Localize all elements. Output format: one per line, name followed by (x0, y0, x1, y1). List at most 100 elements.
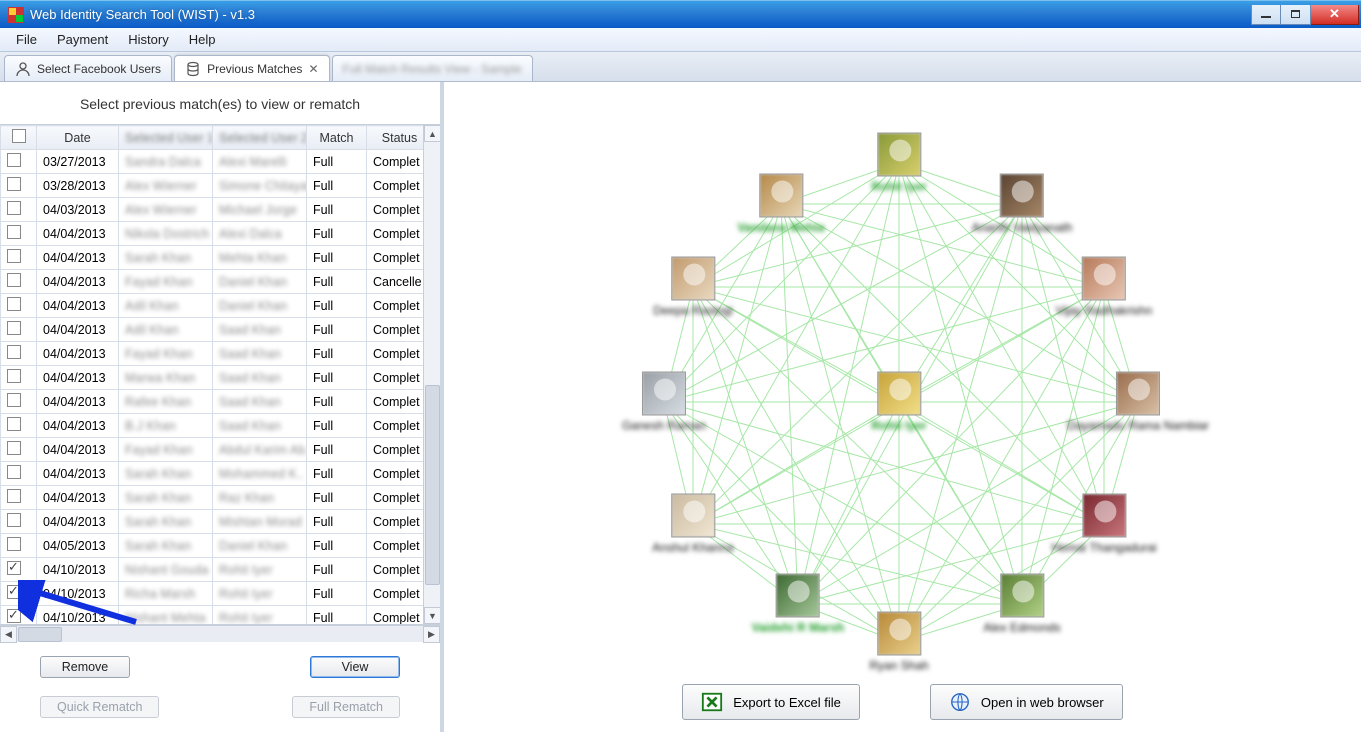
graph-node[interactable]: Hemal Thangadurai (1051, 494, 1156, 555)
row-checkbox[interactable] (7, 153, 21, 167)
graph-node[interactable]: Vaidehi R Marsh (752, 574, 845, 635)
menu-history[interactable]: History (118, 29, 178, 50)
menu-payment[interactable]: Payment (47, 29, 118, 50)
table-row[interactable]: 04/10/2013Nishant GoudaRohit IyerFullCom… (1, 558, 424, 582)
menu-help[interactable]: Help (179, 29, 226, 50)
cell-user2: Rohit Iyer (213, 582, 307, 606)
graph-node-label: Anshul Khanna (652, 541, 733, 555)
graph-node[interactable]: Alex Edmonds (983, 574, 1060, 635)
col-status[interactable]: Status (367, 126, 424, 150)
row-checkbox[interactable] (7, 321, 21, 335)
row-checkbox[interactable] (7, 249, 21, 263)
remove-button[interactable]: Remove (40, 656, 130, 678)
row-checkbox[interactable] (7, 609, 21, 623)
tab-close-icon[interactable]: ✕ (308, 62, 318, 76)
scroll-left-icon[interactable]: ◀ (0, 626, 17, 643)
col-date[interactable]: Date (37, 126, 119, 150)
table-row[interactable]: 04/04/2013Sarah KhanMohammed K..FullComp… (1, 462, 424, 486)
table-row[interactable]: 04/10/2013Nishant MehtaRohit IyerFullCom… (1, 606, 424, 625)
table-row[interactable]: 04/10/2013Richa MarshRohit IyerFullCompl… (1, 582, 424, 606)
cell-match: Full (307, 342, 367, 366)
matches-table-scroll[interactable]: Date Selected User 1 Selected User 2 Mat… (0, 125, 423, 624)
scroll-down-icon[interactable]: ▼ (424, 607, 440, 624)
table-row[interactable]: 03/27/2013Sandra DalcaAlexi MarelliFullC… (1, 150, 424, 174)
graph-node[interactable]: Anshul Khanna (652, 494, 733, 555)
scroll-right-icon[interactable]: ▶ (423, 626, 440, 643)
minimize-button[interactable] (1251, 5, 1281, 25)
vscroll-thumb[interactable] (425, 385, 440, 585)
cell-user1: Richa Marsh (119, 582, 213, 606)
row-checkbox[interactable] (7, 561, 21, 575)
row-checkbox[interactable] (7, 393, 21, 407)
row-checkbox[interactable] (7, 273, 21, 287)
table-row[interactable]: 04/04/2013Fayad KhanDaniel KhanFullCance… (1, 270, 424, 294)
cell-user1: Sarah Khan (119, 486, 213, 510)
row-checkbox[interactable] (7, 345, 21, 359)
row-checkbox[interactable] (7, 465, 21, 479)
graph-node[interactable]: Ganesh Raman (622, 372, 706, 433)
cell-date: 04/04/2013 (37, 486, 119, 510)
maximize-button[interactable] (1281, 5, 1311, 25)
cell-status: Cancelle (367, 270, 424, 294)
row-checkbox[interactable] (7, 417, 21, 431)
export-excel-button[interactable]: Export to Excel file (682, 684, 860, 720)
vertical-scrollbar[interactable]: ▲ ▼ (423, 125, 440, 624)
table-row[interactable]: 04/04/2013Fayad KhanAbdul Karim Ab.FullC… (1, 438, 424, 462)
row-checkbox[interactable] (7, 537, 21, 551)
table-row[interactable]: 04/04/2013Sarah KhanMehta KhanFullComple… (1, 246, 424, 270)
graph-node[interactable]: Ananth Vaidyanath (972, 174, 1073, 235)
table-row[interactable]: 04/04/2013Sarah KhanMishtan MoradFullCom… (1, 510, 424, 534)
menu-file[interactable]: File (6, 29, 47, 50)
table-row[interactable]: 04/04/2013Rafee KhanSaad KhanFullComplet (1, 390, 424, 414)
avatar (1000, 174, 1044, 218)
graph-node[interactable]: Dayamadu Rama Nambiar (1067, 372, 1209, 433)
workspace: Select previous match(es) to view or rem… (0, 82, 1361, 732)
table-row[interactable]: 04/04/2013Nikola DostrichAlexi DalcaFull… (1, 222, 424, 246)
row-checkbox[interactable] (7, 489, 21, 503)
open-browser-button[interactable]: Open in web browser (930, 684, 1123, 720)
col-check[interactable] (1, 126, 37, 150)
scroll-up-icon[interactable]: ▲ (424, 125, 440, 142)
horizontal-scrollbar[interactable]: ◀ ▶ (0, 625, 440, 642)
cell-match: Full (307, 270, 367, 294)
row-checkbox[interactable] (7, 513, 21, 527)
cell-status: Complet (367, 222, 424, 246)
row-checkbox[interactable] (7, 201, 21, 215)
close-button[interactable]: ✕ (1311, 5, 1359, 25)
table-row[interactable]: 04/04/2013Sarah KhanRaz KhanFullComplet (1, 486, 424, 510)
header-checkbox[interactable] (12, 129, 26, 143)
cell-user1: Sarah Khan (119, 462, 213, 486)
left-pane: Select previous match(es) to view or rem… (0, 82, 444, 732)
table-row[interactable]: 04/03/2013Alex WiernerMichael JorgeFullC… (1, 198, 424, 222)
table-row[interactable]: 04/04/2013Marwa KhanSaad KhanFullComplet (1, 366, 424, 390)
table-row[interactable]: 03/28/2013Alex WiernerSimone ChitayatFul… (1, 174, 424, 198)
table-row[interactable]: 04/04/2013B.J KhanSaad KhanFullComplet (1, 414, 424, 438)
button-row-primary: Remove View (0, 642, 440, 692)
col-user1[interactable]: Selected User 1 (119, 126, 213, 150)
tab-full-match-results[interactable]: Full Match Results View - Sample (332, 55, 533, 81)
row-checkbox[interactable] (7, 585, 21, 599)
table-row[interactable]: 04/04/2013Fayad KhanSaad KhanFullComplet (1, 342, 424, 366)
graph-node[interactable]: Vandana Mehta (737, 174, 824, 235)
row-checkbox[interactable] (7, 441, 21, 455)
row-checkbox[interactable] (7, 297, 21, 311)
graph-node[interactable]: Ryan Shah (869, 612, 928, 673)
hscroll-thumb[interactable] (18, 627, 62, 642)
col-match[interactable]: Match (307, 126, 367, 150)
table-row[interactable]: 04/04/2013Adil KhanDaniel KhanFullComple… (1, 294, 424, 318)
graph-node[interactable]: Rohit Iyer (871, 133, 926, 194)
row-checkbox[interactable] (7, 369, 21, 383)
graph-node[interactable]: Rohit Iyer (871, 372, 926, 433)
graph-node[interactable]: Vijay Radhakrishn (1056, 257, 1153, 318)
cell-date: 04/10/2013 (37, 558, 119, 582)
table-row[interactable]: 04/05/2013Sarah KhanDaniel KhanFullCompl… (1, 534, 424, 558)
tab-select-facebook-users[interactable]: Select Facebook Users (4, 55, 172, 81)
graph-node[interactable]: Deepa Rastogi (653, 257, 732, 318)
cell-match: Full (307, 582, 367, 606)
row-checkbox[interactable] (7, 177, 21, 191)
tab-previous-matches[interactable]: Previous Matches ✕ (174, 55, 329, 81)
view-button[interactable]: View (310, 656, 400, 678)
col-user2[interactable]: Selected User 2 (213, 126, 307, 150)
row-checkbox[interactable] (7, 225, 21, 239)
table-row[interactable]: 04/04/2013Adil KhanSaad KhanFullComplet (1, 318, 424, 342)
